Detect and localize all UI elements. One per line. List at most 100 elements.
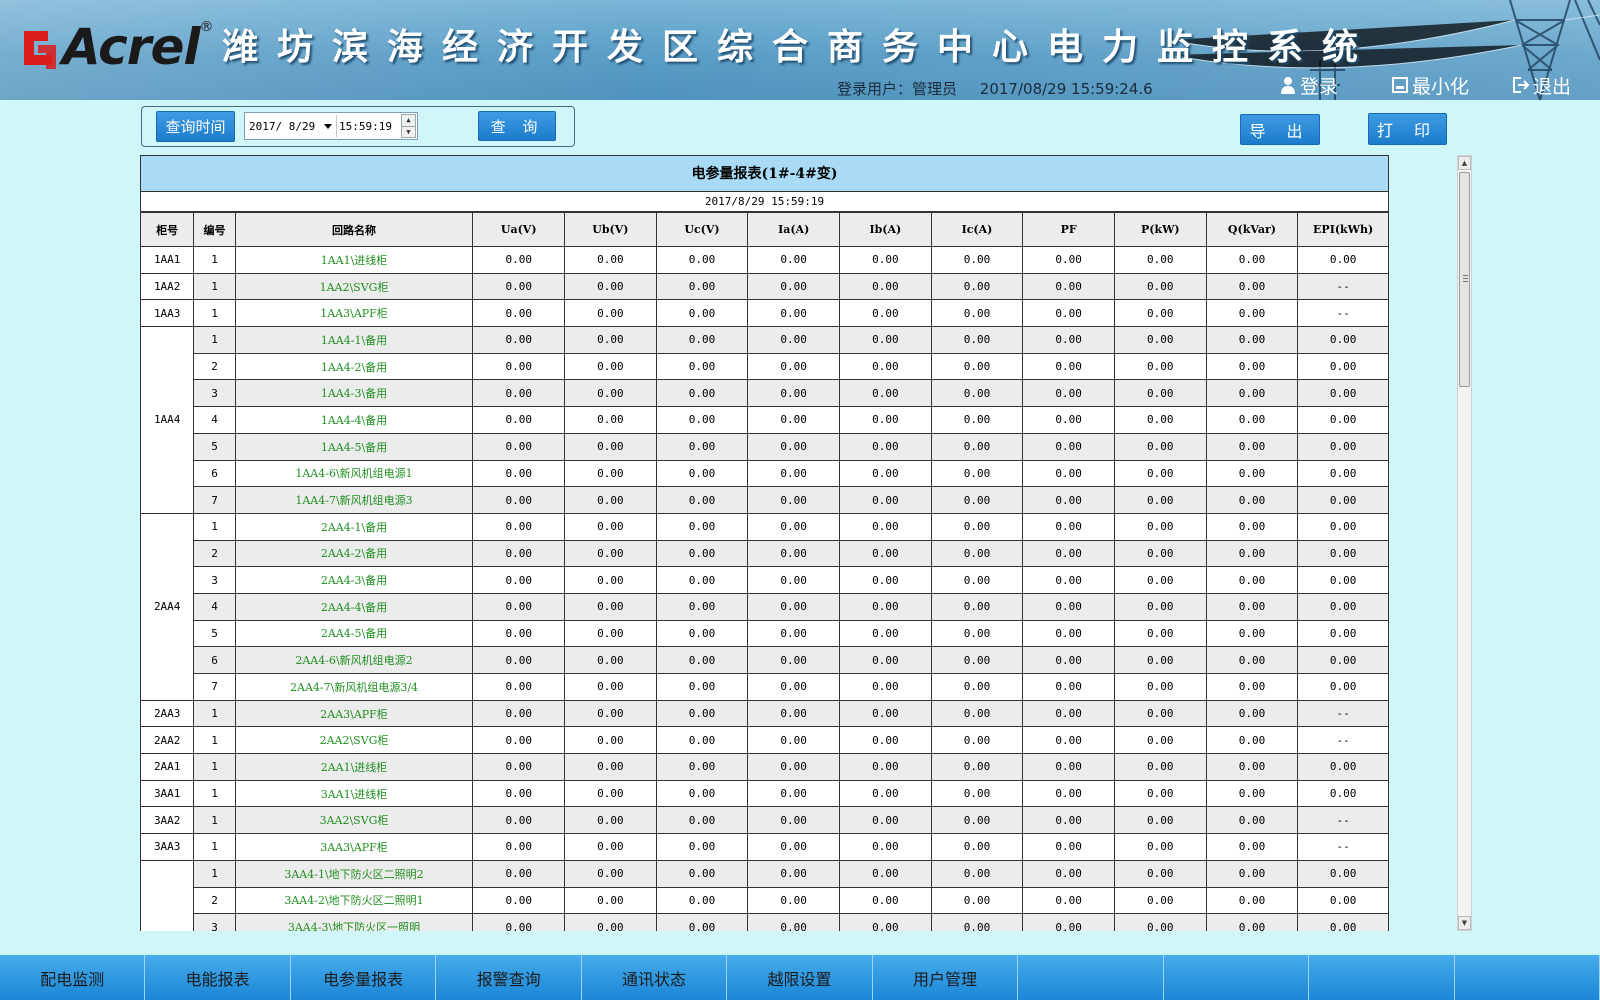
print-button[interactable]: 打 印	[1368, 113, 1447, 145]
column-header: Ic(A)	[930, 212, 1024, 247]
value-cell: 0.00	[1022, 246, 1115, 274]
number-cell: 4	[193, 406, 236, 434]
circuit-name-cell[interactable]: 3AA3\APF柜	[234, 833, 474, 861]
number-cell: 2	[193, 539, 236, 568]
value-cell: 0.00	[472, 352, 566, 381]
value-cell: 0.00	[1113, 833, 1207, 861]
circuit-name-cell[interactable]: 1AA4-3\备用	[234, 379, 474, 408]
circuit-name-cell[interactable]: 2AA3\APF柜	[234, 699, 474, 728]
value-cell: 0.00	[564, 326, 657, 354]
login-button[interactable]: 登录	[1280, 72, 1338, 98]
value-cell: 0.00	[564, 699, 657, 728]
date-field[interactable]: 2017/ 8/29	[249, 120, 315, 133]
number-cell: 1	[193, 299, 236, 328]
nav-item[interactable]: 用户管理	[873, 955, 1019, 1000]
circuit-name-cell[interactable]: 1AA4-5\备用	[234, 432, 474, 461]
circuit-name-cell[interactable]: 2AA4-4\备用	[234, 592, 474, 621]
value-cell: 0.00	[839, 673, 932, 701]
value-cell: 0.00	[1022, 539, 1115, 568]
circuit-name-cell[interactable]: 3AA4-1\地下防火区二照明2	[234, 859, 474, 888]
number-cell: 7	[193, 486, 236, 514]
report-scrollbar[interactable]: ▲ ▼	[1457, 155, 1472, 931]
value-cell: 0.00	[930, 806, 1024, 835]
circuit-name-cell[interactable]: 2AA2\SVG柜	[234, 726, 474, 755]
scroll-down-icon[interactable]: ▼	[1458, 916, 1471, 930]
table-row: 5 2AA4-5\备用 0.00 0.00 0.00 0.00 0.00 0.00 0.00 0.…	[141, 619, 1389, 648]
value-cell: 0.00	[839, 859, 932, 888]
nav-item[interactable]: 配电监测	[0, 955, 146, 1000]
value-cell: 0.00	[1113, 753, 1207, 781]
value-cell: 0.00	[1297, 512, 1389, 541]
circuit-name-cell[interactable]: 2AA4-7\新风机组电源3/4	[234, 673, 474, 701]
cabinet-cell: 2AA3	[140, 699, 195, 728]
column-header: EPI(kWh)	[1297, 212, 1389, 247]
value-cell: 0.00	[1205, 859, 1299, 888]
nav-item[interactable]: 通讯状态	[582, 955, 728, 1000]
exit-button[interactable]: 退出	[1512, 72, 1571, 98]
value-cell: 0.00	[655, 352, 749, 381]
value-cell: 0.00	[564, 486, 657, 514]
datetime-picker[interactable]: 2017/ 8/29 15:59:19 ▲ ▼	[244, 112, 418, 140]
spin-down-icon[interactable]: ▼	[402, 126, 415, 137]
value-cell: 0.00	[472, 806, 566, 835]
circuit-name-cell[interactable]: 3AA1\进线柜	[234, 779, 474, 808]
circuit-name-cell[interactable]: 3AA4-2\地下防火区二照明1	[234, 886, 474, 915]
circuit-name-cell[interactable]: 2AA4-6\新风机组电源2	[234, 646, 474, 674]
circuit-name-cell[interactable]: 1AA4-6\新风机组电源1	[234, 459, 474, 488]
value-cell: 0.00	[1113, 512, 1207, 541]
current-user: 登录用户：管理员	[837, 80, 958, 98]
circuit-name-cell[interactable]: 1AA4-1\备用	[234, 326, 474, 354]
scroll-up-icon[interactable]: ▲	[1458, 156, 1471, 170]
circuit-name-cell[interactable]: 1AA3\APF柜	[234, 299, 474, 328]
value-cell: 0.00	[472, 459, 566, 488]
value-cell: 0.00	[1113, 539, 1207, 568]
circuit-name-cell[interactable]: 1AA4-7\新风机组电源3	[234, 486, 474, 514]
nav-item[interactable]: 报警查询	[436, 955, 582, 1000]
query-button[interactable]: 查 询	[478, 111, 556, 141]
clock-timestamp: 2017/08/29 15:59:24.6	[979, 80, 1153, 98]
circuit-name-cell[interactable]: 1AA4-4\备用	[234, 406, 474, 434]
value-cell: 0.00	[747, 486, 840, 514]
circuit-name-cell[interactable]: 3AA4-3\地下防火区一照明	[234, 913, 474, 931]
value-cell: 0.00	[839, 886, 932, 915]
nav-item[interactable]: 越限设置	[727, 955, 873, 1000]
value-cell: 0.00	[655, 379, 749, 408]
value-cell: 0.00	[472, 406, 566, 434]
time-field[interactable]: 15:59:19	[339, 120, 392, 133]
value-cell: 0.00	[839, 459, 932, 488]
value-cell: 0.00	[747, 806, 840, 835]
value-cell: 0.00	[1022, 512, 1115, 541]
spin-up-icon[interactable]: ▲	[402, 115, 415, 126]
circuit-name-cell[interactable]: 2AA1\进线柜	[234, 753, 474, 781]
circuit-name-cell[interactable]: 2AA4-3\备用	[234, 566, 474, 594]
number-cell: 1	[193, 272, 236, 301]
value-cell: 0.00	[839, 779, 932, 808]
nav-item[interactable]: 电参量报表	[291, 955, 437, 1000]
circuit-name-cell[interactable]: 1AA4-2\备用	[234, 352, 474, 381]
time-spinner[interactable]: ▲ ▼	[401, 114, 416, 138]
date-dropdown-icon[interactable]	[324, 124, 332, 129]
app-title: 潍坊滨海经济开发区综合商务中心电力监控系统	[222, 26, 1378, 68]
circuit-name-cell[interactable]: 1AA2\SVG柜	[234, 272, 474, 301]
value-cell: --	[1297, 272, 1389, 301]
scroll-thumb[interactable]	[1459, 172, 1470, 387]
value-cell: 0.00	[839, 246, 932, 274]
value-cell: 0.00	[1205, 512, 1299, 541]
acrel-logo: Acrel ®	[22, 18, 214, 76]
value-cell: 0.00	[472, 432, 566, 461]
value-cell: 0.00	[1205, 379, 1299, 408]
table-header-row: 柜号 编号 回路名称 Ua(V) Ub(V) Uc(V) Ia(A) Ib(A) Ic(A) PF…	[140, 212, 1389, 247]
query-time-button[interactable]: 查询时间	[156, 111, 235, 142]
export-button[interactable]: 导 出	[1240, 114, 1320, 145]
value-cell: 0.00	[930, 272, 1024, 301]
value-cell: 0.00	[655, 512, 749, 541]
value-cell: 0.00	[472, 379, 566, 408]
circuit-name-cell[interactable]: 2AA4-2\备用	[234, 539, 474, 568]
circuit-name-cell[interactable]: 3AA2\SVG柜	[234, 806, 474, 835]
minimize-button[interactable]: 最小化	[1392, 72, 1469, 98]
nav-item[interactable]: 电能报表	[145, 955, 291, 1000]
value-cell: 0.00	[564, 619, 657, 648]
circuit-name-cell[interactable]: 2AA4-5\备用	[234, 619, 474, 648]
circuit-name-cell[interactable]: 1AA1\进线柜	[234, 246, 474, 274]
circuit-name-cell[interactable]: 2AA4-1\备用	[234, 512, 474, 541]
